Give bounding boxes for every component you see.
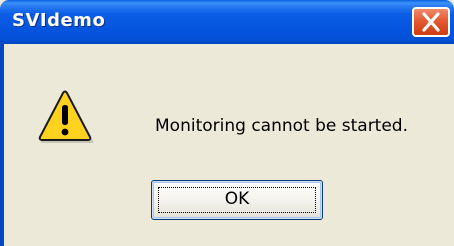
window-border bbox=[0, 44, 4, 246]
ok-button-label: OK bbox=[224, 189, 250, 209]
ok-button[interactable]: OK bbox=[151, 180, 323, 220]
window-title: SVIdemo bbox=[12, 10, 106, 31]
close-icon bbox=[422, 12, 440, 32]
dialog-window: SVIdemo Monitoring cannot be started. OK bbox=[0, 0, 454, 246]
title-bar[interactable]: SVIdemo bbox=[0, 0, 454, 44]
close-button[interactable] bbox=[412, 7, 450, 37]
warning-icon bbox=[36, 90, 94, 144]
dialog-message: Monitoring cannot be started. bbox=[155, 116, 408, 136]
